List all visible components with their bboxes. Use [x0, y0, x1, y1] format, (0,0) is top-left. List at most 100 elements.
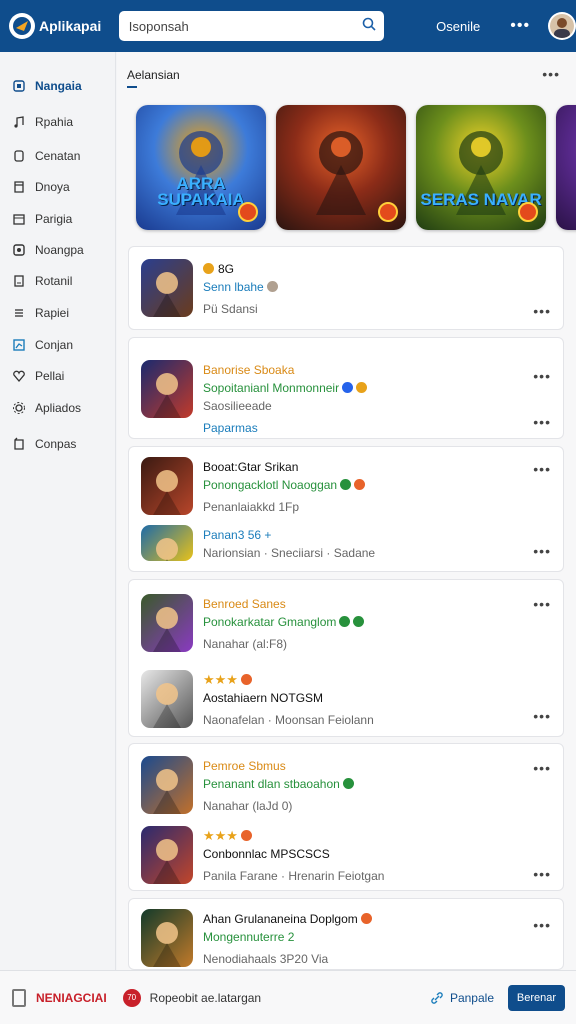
sidebar-item-parigia[interactable]: Parigia — [0, 203, 72, 235]
sidebar-item-cenatan[interactable]: Cenatan — [0, 140, 80, 172]
badge-icon — [353, 616, 365, 627]
list-item[interactable]: Ahan Grulananeina Doplgom Mongennuterre 2… — [141, 909, 372, 967]
featured-game-2[interactable] — [276, 105, 406, 230]
sidebar-item-label: Conjan — [35, 338, 74, 352]
list-item[interactable]: Pemroe Sbmus Penanant dlan stbaoahon Nanah… — [141, 756, 354, 814]
heart-icon — [12, 369, 26, 383]
sidebar-item-pellai[interactable]: Pellai — [0, 360, 64, 392]
list-item[interactable]: Booat:Gtar Srikan Ponongacklotl Noaoggan P… — [141, 457, 366, 515]
bottom-action-button[interactable]: Berenar — [508, 984, 565, 1011]
card-more-icon[interactable]: ••• — [533, 303, 551, 319]
card-more-icon[interactable]: ••• — [533, 596, 551, 612]
more-options-icon[interactable]: ••• — [510, 17, 530, 35]
app-icon — [141, 594, 193, 652]
sidebar-item-label: Conpas — [35, 437, 77, 451]
app-icon — [141, 360, 193, 418]
card-more-icon[interactable]: ••• — [533, 760, 551, 776]
app-card[interactable]: Pemroe Sbmus Penanant dlan stbaoahon Nanah… — [128, 743, 564, 891]
header-link[interactable]: Osenile — [436, 19, 480, 34]
sidebar-item-label: Noangpa — [35, 243, 84, 257]
game-badge-icon — [378, 202, 398, 222]
app-meta-line: Aostahiaern NOTGSM — [203, 691, 324, 705]
app-meta-line: Nenodiahaals 3P20 Via — [203, 952, 329, 966]
bottom-status-text: Ropeobit ae.latargan — [149, 990, 262, 1005]
list-item[interactable]: Banorise Sboaka Sopoitanianl Monmonneir Sa… — [141, 360, 368, 436]
list-item[interactable]: ★★★ Conbonnlac MPSCSCS Panila Farane · Hre… — [141, 826, 384, 884]
sidebar-item-rapiei[interactable]: Rapiei — [0, 297, 69, 329]
app-meta-line: Ponongacklotl Noaoggan — [203, 477, 366, 493]
sidebar-item-label: Nangaia — [35, 79, 82, 93]
featured-game-3[interactable]: SERAS NAVAR — [416, 105, 546, 230]
app-meta-line: Penanlaiakkd 1Fp — [203, 500, 300, 514]
list-icon — [12, 306, 26, 320]
badge-icon — [342, 778, 354, 789]
featured-game-4[interactable]: Sa — [556, 105, 576, 230]
app-meta-line: Nanahar (al:F8) — [203, 637, 288, 651]
sidebar-item-label: Cenatan — [35, 149, 81, 163]
notification-badge[interactable]: 70 — [122, 988, 141, 1007]
sidebar-item-rpahia[interactable]: Rpahia — [0, 106, 73, 138]
calendar-icon — [12, 212, 26, 226]
sidebar-item-noangpa[interactable]: Noangpa — [0, 234, 84, 266]
bottom-brand: NENIAGCIAI — [36, 990, 107, 1005]
search-input[interactable] — [128, 18, 363, 34]
card-more-icon[interactable]: ••• — [533, 414, 551, 430]
card-more-icon[interactable]: ••• — [533, 917, 551, 933]
app-meta-line: Senn lbahe — [203, 279, 278, 295]
list-item[interactable]: ★★★ Aostahiaern NOTGSM Naonafelan · Moonsa… — [141, 670, 374, 728]
sidebar: Nangaia Rpahia Cenatan Dnoya Parigia Noangpa R… — [0, 52, 116, 970]
featured-game-1[interactable]: ARRA SUPAKAIA — [136, 105, 266, 230]
sidebar-item-label: Dnoya — [35, 180, 70, 194]
app-icon — [141, 457, 193, 515]
sidebar-item-label: Apliados — [35, 401, 82, 415]
sidebar-item-dnoya[interactable]: Dnoya — [0, 171, 70, 203]
app-card[interactable]: Ahan Grulananeina Doplgom Mongennuterre 2… — [128, 898, 564, 970]
game-badge-icon — [518, 202, 538, 222]
app-meta-line: 8G — [203, 261, 278, 277]
app-logo[interactable]: Aplikapai — [9, 13, 109, 39]
app-meta-line: Paparmas — [203, 421, 258, 435]
card-more-icon[interactable]: ••• — [533, 543, 551, 559]
card-more-icon[interactable]: ••• — [533, 866, 551, 882]
app-card[interactable]: 8G Senn lbahe Pü Sdansi ••• — [128, 246, 564, 330]
app-meta-line: Penanant dlan stbaoahon — [203, 776, 354, 792]
shield-icon — [12, 243, 26, 257]
badge-icon — [339, 616, 351, 627]
card-more-icon[interactable]: ••• — [533, 368, 551, 384]
link-icon — [431, 991, 443, 1004]
music-note-icon — [12, 115, 26, 129]
list-item[interactable]: Panan3 56 + Narionsian · Sneciiarsi · Sad… — [141, 525, 375, 561]
sidebar-item-nangaia[interactable]: Nangaia — [0, 70, 82, 102]
sidebar-item-rotanil[interactable]: Rotanil — [0, 265, 72, 297]
card-more-icon[interactable]: ••• — [533, 708, 551, 724]
app-meta-line: Ponokarkatar Gmanglom — [203, 614, 365, 630]
list-item[interactable]: Benroed Sanes Ponokarkatar Gmanglom Nanaha… — [141, 594, 365, 652]
avatar[interactable] — [548, 12, 576, 40]
section-title: Aelansian — [127, 68, 180, 82]
top-header: Aplikapai Osenile ••• — [0, 0, 576, 52]
app-card[interactable]: Booat:Gtar Srikan Ponongacklotl Noaoggan P… — [128, 446, 564, 572]
app-meta-line: Sopoitanianl Monmonneir — [203, 380, 368, 396]
document-icon[interactable] — [12, 988, 26, 1007]
search-bar[interactable] — [118, 11, 385, 41]
game-art — [556, 105, 576, 230]
bottom-link[interactable]: Panpale — [430, 991, 494, 1005]
app-card[interactable]: Benroed Sanes Ponokarkatar Gmanglom Nanaha… — [128, 579, 564, 737]
app-meta-line: Pemroe Sbmus — [203, 759, 286, 773]
status-icon — [203, 263, 214, 274]
bottom-bar: NENIAGCIAI 70 Ropeobit ae.latargan Panpa… — [0, 970, 576, 1024]
app-icon — [141, 525, 193, 561]
sidebar-item-apliados[interactable]: Apliados — [0, 392, 81, 424]
app-meta-line: Conbonnlac MPSCSCS — [203, 847, 330, 861]
sidebar-item-conpas[interactable]: Conpas — [0, 428, 76, 460]
section-more-icon[interactable]: ••• — [542, 66, 560, 82]
badge-icon — [342, 382, 354, 393]
app-card[interactable]: Banorise Sboaka Sopoitanianl Monmonneir Sa… — [128, 337, 564, 439]
search-icon[interactable] — [362, 17, 376, 36]
app-meta-line: Naonafelan · Moonsan Feiolann — [203, 713, 374, 727]
sidebar-item-conjan[interactable]: Conjan — [0, 329, 73, 361]
card-more-icon[interactable]: ••• — [533, 461, 551, 477]
list-item[interactable]: 8G Senn lbahe Pü Sdansi — [141, 259, 278, 317]
app-meta-line: Saosilieeade — [203, 399, 272, 413]
badge-icon — [340, 479, 352, 490]
